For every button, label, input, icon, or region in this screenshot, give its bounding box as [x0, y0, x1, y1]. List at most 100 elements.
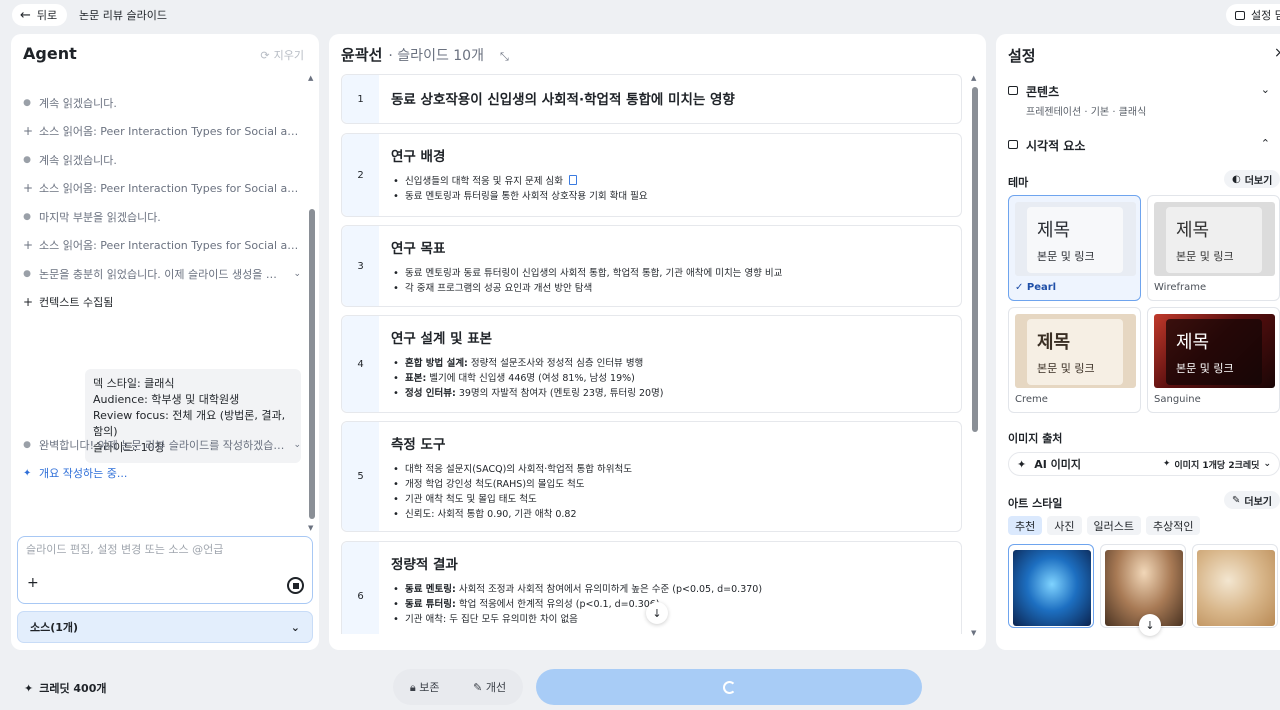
theme-preview: 제목 본문 및 링크: [1015, 314, 1136, 388]
theme-preview: 제목 본문 및 링크: [1015, 202, 1136, 276]
art-style-card[interactable]: [1008, 544, 1094, 628]
slide-list[interactable]: 1 동료 상호작용이 신입생의 사회적·학업적 통합에 미치는 영향 2 연구 …: [341, 74, 962, 634]
arrow-down-icon: ↓: [652, 606, 662, 620]
slide-title[interactable]: 연구 목표: [391, 237, 949, 257]
tab-illustration[interactable]: 일러스트: [1086, 516, 1141, 535]
slide-card[interactable]: 1 동료 상호작용이 신입생의 사회적·학업적 통합에 미치는 영향: [341, 74, 962, 124]
slide-bullet[interactable]: 정성 인터뷰: 39명의 자발적 참여자 (멘토링 23명, 튜터링 20명): [391, 386, 949, 401]
close-icon[interactable]: ×: [1274, 45, 1280, 61]
slide-card[interactable]: 4 연구 설계 및 표본 혼합 방법 설계: 정량적 설문조사와 정성적 심층 …: [341, 315, 962, 413]
improve-button[interactable]: ✎ 개선: [473, 679, 506, 695]
theme-card-creme[interactable]: 제목 본문 및 링크 Creme: [1008, 307, 1141, 413]
image-source-select[interactable]: ✦ AI 이미지 ✦ 이미지 1개당 2크레딧 ⌄: [1008, 452, 1280, 476]
generate-button[interactable]: [536, 669, 922, 705]
slide-bullet[interactable]: 기관 애착: 두 집단 모두 유의미한 차이 없음: [391, 612, 949, 627]
art-style-card[interactable]: [1192, 544, 1278, 628]
slide-bullet[interactable]: 혼합 방법 설계: 정량적 설문조사와 정성적 심층 인터뷰 병행: [391, 356, 949, 371]
document-icon[interactable]: [568, 175, 577, 185]
slide-title[interactable]: 연구 설계 및 표본: [391, 327, 949, 347]
slide-bullet[interactable]: 동료 멘토링과 동료 튜터링이 신입생의 사회적 통합, 학업적 통합, 기관 …: [391, 266, 949, 281]
plus-icon: +: [23, 124, 34, 138]
agent-log[interactable]: ● 계속 읽겠습니다. + 소스 읽어옴: Peer Interaction Typ…: [11, 74, 319, 524]
document-title: 논문 리뷰 슬라이드: [79, 9, 167, 22]
credits-indicator[interactable]: ✦ 크레딧 400개: [24, 680, 107, 696]
attach-button[interactable]: +: [27, 575, 39, 591]
top-bar: ← 뒤로 논문 리뷰 슬라이드 설정 닫기: [0, 0, 1280, 30]
loading-spinner-icon: [722, 680, 736, 694]
scrollbar-thumb[interactable]: [972, 87, 978, 432]
slide-bullet[interactable]: 각 중재 프로그램의 성공 요인과 개선 방안 탐색: [391, 281, 949, 296]
slide-bullet[interactable]: 신입생들의 대학 적응 및 유지 문제 심화: [391, 174, 949, 189]
log-item: + 소스 읽어옴: Peer Interaction Types for Soci…: [23, 181, 301, 195]
slide-body: 정량적 결과 동료 멘토링: 사회적 조정과 사회적 참여에서 유의미하게 높은…: [379, 542, 961, 634]
theme-heading-sample: 제목: [1176, 220, 1210, 241]
tab-photo[interactable]: 사진: [1047, 516, 1082, 535]
scroll-to-bottom-button[interactable]: ↓: [1139, 614, 1161, 636]
slide-title[interactable]: 동료 상호작용이 신입생의 사회적·학업적 통합에 미치는 영향: [391, 88, 949, 108]
scroll-up-icon[interactable]: ▲: [308, 74, 313, 82]
chat-input[interactable]: [26, 543, 296, 556]
slide-body: 연구 배경 신입생들의 대학 적응 및 유지 문제 심화 동료 멘토링과 튜터링…: [379, 134, 961, 216]
layout-icon: [1008, 86, 1018, 95]
outline-panel: 윤곽선 · 슬라이드 10개 ⤡ 1 동료 상호작용이 신입생의 사회적·학업적…: [329, 34, 986, 650]
visual-section[interactable]: 시각적 요소 ⌃: [1008, 137, 1270, 154]
stop-button[interactable]: [287, 577, 304, 594]
log-item: ● 계속 읽겠습니다.: [23, 97, 117, 110]
sources-dropdown[interactable]: 소스(1개) ⌄: [17, 611, 313, 643]
scrollbar-thumb[interactable]: [309, 209, 315, 519]
scroll-up-icon[interactable]: ▲: [971, 74, 976, 82]
theme-card-pearl[interactable]: 제목 본문 및 링크 ✓ Pearl: [1008, 195, 1141, 301]
slide-bullet[interactable]: 기관 애착 척도 및 몰입 태도 척도: [391, 492, 949, 507]
log-item-expandable[interactable]: ● 논문을 충분히 읽었습니다. 이제 슬라이드 생성을 위한... ⌄: [23, 266, 301, 282]
theme-name: Wireframe: [1154, 282, 1207, 293]
slide-card[interactable]: 5 측정 도구 대학 적응 설문지(SACQ)의 사회적·학업적 통합 하위척도…: [341, 421, 962, 532]
content-section[interactable]: 콘텐츠 프레젠테이션 · 기본 · 클래식 ⌄: [1008, 83, 1270, 118]
slide-title[interactable]: 연구 배경: [391, 145, 949, 165]
back-button[interactable]: ← 뒤로: [12, 4, 68, 26]
tab-recommended[interactable]: 추천: [1008, 516, 1043, 535]
slide-title[interactable]: 정량적 결과: [391, 553, 949, 573]
image-source-label: 이미지 출처: [1008, 432, 1063, 445]
theme-preview: 제목 본문 및 링크: [1154, 202, 1275, 276]
slide-bullet[interactable]: 표본: 벨기에 대학 신입생 446명 (여성 81%, 남성 19%): [391, 371, 949, 386]
sparkle-icon: ✦: [1162, 459, 1171, 469]
theme-card-sanguine[interactable]: 제목 본문 및 링크 Sanguine: [1147, 307, 1280, 413]
credits-label: 크레딧 400개: [39, 682, 107, 695]
art-style-label: 아트 스타일: [1008, 497, 1063, 510]
dot-icon: ●: [23, 212, 31, 222]
tab-abstract[interactable]: 추상적인: [1145, 516, 1201, 535]
slide-count: · 슬라이드 10개: [388, 48, 484, 64]
scroll-down-icon[interactable]: ▼: [308, 524, 313, 532]
plus-icon: +: [23, 181, 34, 195]
chevron-down-icon[interactable]: ⌄: [293, 269, 301, 279]
scroll-to-bottom-button[interactable]: ↓: [646, 602, 668, 624]
scroll-down-icon[interactable]: ▼: [971, 629, 976, 637]
slide-card[interactable]: 3 연구 목표 동료 멘토링과 동료 튜터링이 신입생의 사회적 통합, 학업적…: [341, 225, 962, 307]
settings-panel: 설정 × 콘텐츠 프레젠테이션 · 기본 · 클래식 ⌄ 시각적 요소 ⌃ 테마…: [996, 34, 1280, 650]
slide-bullet[interactable]: 동료 멘토링과 튜터링을 통한 사회적 상호작용 기회 확대 필요: [391, 189, 949, 204]
stop-icon: [292, 582, 299, 589]
theme-name: Sanguine: [1154, 394, 1201, 405]
settings-toggle-button[interactable]: 설정 닫기: [1226, 4, 1280, 26]
theme-card-wireframe[interactable]: 제목 본문 및 링크 Wireframe: [1147, 195, 1280, 301]
plus-icon: +: [23, 238, 34, 252]
slide-bullet[interactable]: 대학 적응 설문지(SACQ)의 사회적·학업적 통합 하위척도: [391, 462, 949, 477]
theme-body-sample: 본문 및 링크: [1037, 362, 1095, 375]
context-line: Review focus: 전체 개요 (방법론, 결과, 함의): [93, 409, 286, 438]
theme-more-button[interactable]: ◐ 더보기: [1224, 170, 1280, 188]
clear-button[interactable]: ⟳ 지우기: [260, 47, 304, 63]
keep-button[interactable]: 🔒︎ 보존: [410, 679, 440, 695]
chevron-down-icon[interactable]: ⌄: [293, 440, 301, 450]
slide-title[interactable]: 측정 도구: [391, 433, 949, 453]
slide-bullet[interactable]: 신뢰도: 사회적 통합 0.90, 기관 애착 0.82: [391, 507, 949, 522]
agent-scrollbar[interactable]: ▲ ▼: [308, 74, 315, 532]
art-style-more-button[interactable]: ✎ 더보기: [1224, 491, 1280, 509]
collapse-all-icon[interactable]: ⤡: [500, 50, 509, 64]
outline-scrollbar[interactable]: ▲ ▼: [971, 74, 978, 639]
slide-card[interactable]: 2 연구 배경 신입생들의 대학 적응 및 유지 문제 심화 동료 멘토링과 튜…: [341, 133, 962, 217]
slide-bullet[interactable]: 동료 튜터링: 학업 적응에서 한계적 유의성 (p<0.1, d=0.306): [391, 597, 949, 612]
chat-input-box: +: [17, 536, 313, 604]
slide-bullet[interactable]: 개정 학업 강인성 척도(RAHS)의 몰입도 척도: [391, 477, 949, 492]
slide-bullet[interactable]: 동료 멘토링: 사회적 조정과 사회적 참여에서 유의미하게 높은 수준 (p<…: [391, 582, 949, 597]
log-item-expandable[interactable]: ● 완벽합니다! 이제 논문 리뷰 슬라이드를 작성하겠습니... ⌄: [23, 437, 301, 453]
